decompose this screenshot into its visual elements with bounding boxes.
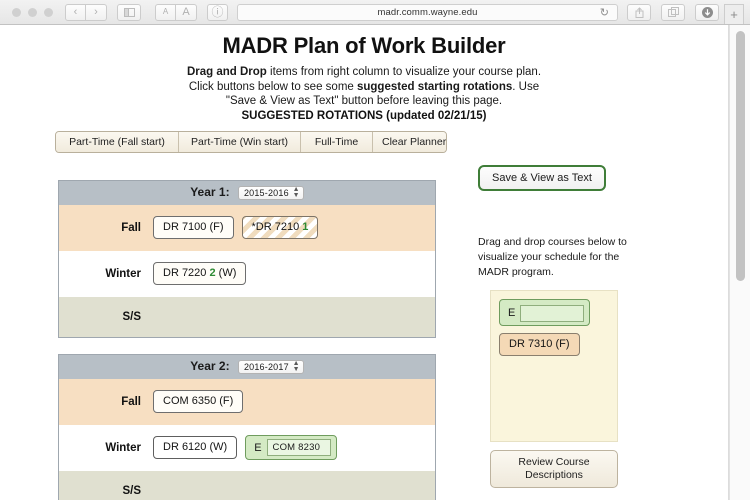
forward-icon[interactable]: ›	[86, 3, 107, 21]
intro-line-2-pre: Click buttons below to see some	[188, 80, 357, 93]
maximize-window-button[interactable]	[44, 7, 53, 17]
page-title: MADR Plan of Work Builder	[222, 33, 506, 58]
intro-line-2-post: . Use	[512, 80, 540, 93]
year-2-ss-label: S/S	[122, 484, 141, 497]
review-course-descriptions-button[interactable]: Review Course Descriptions	[490, 450, 618, 488]
year-1-fall-slots[interactable]: DR 7100 (F) *DR 7210 1	[153, 216, 319, 240]
year-block-2: Year 2: 2016-2017 ▲ ▼ Fall COM 6350 (F) W…	[58, 353, 436, 500]
tabs-glyph	[667, 7, 679, 17]
draggables-pool[interactable]: E DR 7310 (F)	[490, 290, 618, 442]
year-2-label: Year 2:	[190, 358, 230, 373]
elective-chip[interactable]: E	[245, 435, 337, 461]
reload-icon[interactable]: ↻	[600, 6, 609, 19]
new-tab-button[interactable]: +	[724, 4, 744, 24]
minimize-window-button[interactable]	[28, 7, 37, 17]
address-bar[interactable]: madr.comm.wayne.edu ↻	[237, 3, 618, 21]
year-2-fall-row[interactable]: Fall COM 6350 (F)	[59, 378, 435, 425]
elective-label: E	[508, 307, 516, 319]
intro-line-3: "Save & View as Text" button before leav…	[225, 95, 503, 107]
course-chip[interactable]: DR 7100 (F)	[153, 216, 234, 240]
year-2-range-select[interactable]: 2016-2017 ▲ ▼	[237, 359, 304, 374]
elective-label: E	[254, 441, 262, 454]
year-2-fall-slots[interactable]: COM 6350 (F)	[153, 390, 244, 414]
sidebar-glyph	[123, 7, 135, 17]
year-1-ss-row[interactable]: S/S	[59, 296, 435, 337]
year-1-winter-row[interactable]: Winter DR 7220 2 (W)	[59, 250, 435, 297]
save-and-view-as-text-button[interactable]: Save & View as Text	[478, 165, 606, 191]
rotation-button-group: Part-Time (Fall start) Part-Time (Win st…	[55, 130, 447, 153]
rotation-button-full-time[interactable]: Full-Time	[301, 131, 373, 152]
browser-toolbar: ‹ › A A ⓘ madr.comm.wayne.edu ↻ +	[0, 0, 750, 25]
navigation-buttons[interactable]: ‹ ›	[65, 3, 107, 21]
share-icon[interactable]	[627, 3, 651, 21]
course-chip[interactable]: DR 7310 (F)	[499, 333, 580, 356]
text-size-buttons[interactable]: A A	[155, 3, 197, 21]
course-chip[interactable]: DR 7220 2 (W)	[153, 262, 247, 286]
year-2-fall-label: Fall	[121, 395, 141, 408]
suggested-rotations-heading: SUGGESTED ROTATIONS (updated 02/21/15)	[241, 109, 487, 122]
year-1-range-select[interactable]: 2015-2016 ▲ ▼	[237, 185, 304, 200]
close-window-button[interactable]	[12, 7, 21, 17]
course-chip-number: 1	[302, 221, 309, 234]
intro-line-1-rest: items from right column to visualize you…	[266, 66, 542, 78]
elective-course-input[interactable]	[266, 439, 331, 457]
intro-line-2-bold: suggested starting rotations	[356, 80, 513, 93]
intro-line-2: Click buttons below to see some suggeste…	[0, 80, 728, 95]
chevron-updown-icon: ▲ ▼	[292, 185, 300, 199]
year-1-header: Year 1: 2015-2016 ▲ ▼	[59, 181, 435, 205]
course-chip[interactable]: DR 6120 (W)	[153, 436, 238, 460]
chevron-updown-icon: ▲ ▼	[292, 359, 300, 373]
year-2-range-value: 2016-2017	[243, 361, 289, 372]
page-viewport: MADR Plan of Work Builder Drag and Drop …	[0, 25, 750, 500]
drag-drop-instructions: Drag and drop courses below to visualize…	[478, 236, 627, 278]
text-larger-icon[interactable]: A	[176, 3, 197, 21]
course-chip-suffix: (W)	[215, 267, 237, 280]
planner-grid: Year 1: 2015-2016 ▲ ▼ Fall DR 7100 (F) *D…	[58, 180, 436, 500]
year-1-range-value: 2015-2016	[243, 187, 289, 198]
window-traffic-lights[interactable]	[12, 7, 53, 17]
text-smaller-icon[interactable]: A	[155, 3, 176, 21]
course-chip[interactable]: COM 6350 (F)	[153, 390, 244, 414]
elective-chip[interactable]: E	[499, 299, 590, 326]
vertical-scrollbar[interactable]	[729, 25, 750, 500]
year-2-winter-row[interactable]: Winter DR 6120 (W) E	[59, 424, 435, 471]
year-2-header: Year 2: 2016-2017 ▲ ▼	[59, 354, 435, 379]
web-page: MADR Plan of Work Builder Drag and Drop …	[0, 25, 729, 500]
year-1-fall-label: Fall	[121, 221, 141, 234]
rotation-button-part-time-fall[interactable]: Part-Time (Fall start)	[56, 131, 179, 152]
year-1-winter-label: Winter	[105, 267, 141, 280]
year-block-1: Year 1: 2015-2016 ▲ ▼ Fall DR 7100 (F) *D…	[58, 180, 436, 338]
course-chip[interactable]: *DR 7210 1	[241, 216, 319, 240]
downloads-icon[interactable]	[695, 3, 719, 21]
course-chip-text: *DR 7210	[251, 221, 303, 234]
year-2-winter-slots[interactable]: DR 6120 (W) E	[153, 435, 337, 461]
year-1-winter-slots[interactable]: DR 7220 2 (W)	[153, 262, 247, 286]
year-1-fall-row[interactable]: Fall DR 7100 (F) *DR 7210 1	[59, 204, 435, 251]
sidebar-icon[interactable]	[117, 3, 141, 21]
downloads-glyph	[701, 6, 713, 18]
share-glyph	[635, 6, 643, 18]
show-tabs-icon[interactable]	[661, 3, 685, 21]
back-icon[interactable]: ‹	[65, 3, 86, 21]
right-column: Save & View as Text Drag and drop course…	[478, 165, 678, 500]
rotation-button-part-time-winter[interactable]: Part-Time (Win start)	[179, 131, 301, 152]
year-1-ss-label: S/S	[122, 310, 141, 323]
intro-line-1: Drag and Drop items from right column to…	[0, 65, 728, 80]
year-2-ss-row[interactable]: S/S	[59, 470, 435, 500]
url-text: madr.comm.wayne.edu	[377, 6, 478, 18]
intro-line-1-bold: Drag and Drop	[186, 66, 267, 78]
course-chip-text: DR 7220	[163, 267, 210, 280]
reader-mode-icon[interactable]: ⓘ	[207, 3, 228, 21]
year-2-winter-label: Winter	[105, 441, 141, 454]
elective-course-input[interactable]	[519, 305, 584, 322]
scrollbar-thumb[interactable]	[736, 31, 745, 281]
year-1-label: Year 1:	[190, 185, 230, 199]
rotation-button-clear-planner[interactable]: Clear Planner	[373, 131, 446, 152]
page-header: MADR Plan of Work Builder Drag and Drop …	[0, 25, 728, 122]
